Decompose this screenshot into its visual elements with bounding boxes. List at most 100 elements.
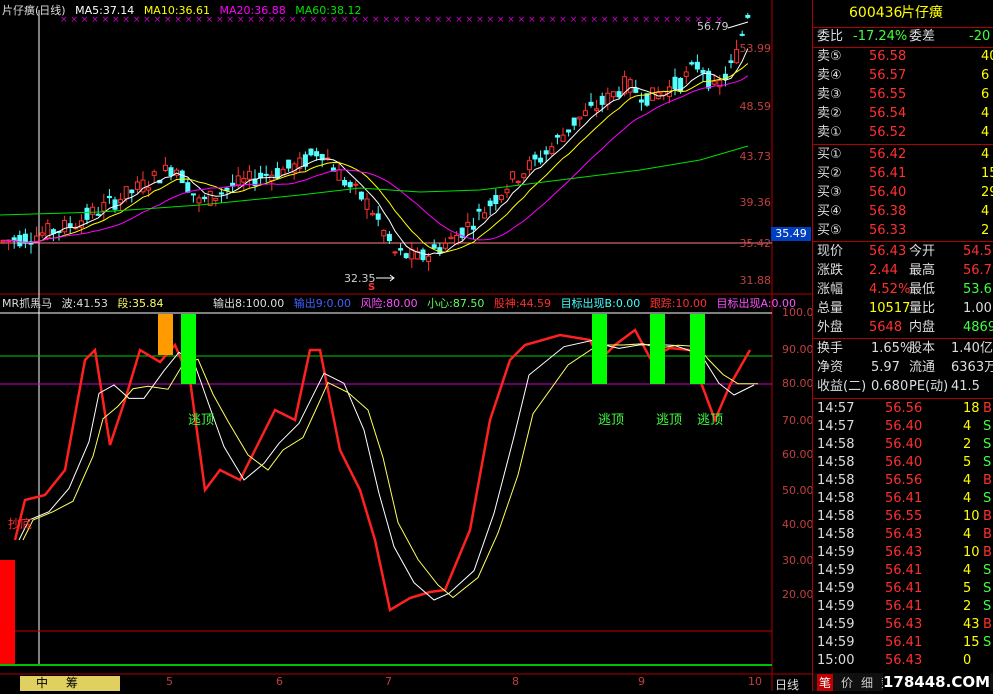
tick-time: 14:58 (817, 527, 855, 542)
stat-row: 涨幅 4.52%最低 53.62 (813, 281, 993, 299)
candle-body (627, 79, 633, 93)
ind-axis-label: 60.00 (782, 448, 814, 461)
stat-row: 现价 56.43今开 54.50 (813, 243, 993, 261)
stat-value: 54.50 (963, 244, 993, 259)
candle-body (700, 70, 706, 74)
candle-body (375, 213, 381, 220)
tick-time: 14:57 (817, 401, 855, 416)
candle-body (179, 170, 185, 184)
candle-body (381, 229, 387, 237)
escape-bar (181, 314, 196, 384)
tab-zhong[interactable]: 中 (36, 676, 48, 690)
bid-price: 56.33 (869, 223, 907, 238)
candle-body (308, 148, 314, 156)
kline-svg[interactable]: × × × × × × × × × × × × × × × × × × × × … (0, 0, 812, 691)
candle-body (711, 80, 717, 85)
bid-label: 买⑤ (817, 223, 842, 238)
candle-body (560, 134, 566, 142)
tick-vol: 4 (963, 563, 972, 578)
ask-label: 卖① (817, 125, 842, 140)
fin-label: PE(动) (909, 379, 949, 394)
tab-jia[interactable]: 价 (841, 674, 853, 691)
candle-body (448, 236, 454, 240)
wave-line (18, 339, 755, 601)
escape-label: 逃顶 (188, 413, 215, 428)
tick-vol: 2 (963, 437, 972, 452)
ind-axis-label: 20.00 (782, 588, 814, 601)
bid-row: 买⑤ 56.33 2 (813, 222, 993, 240)
tick-row: 14:59 56.43 10 B (813, 544, 993, 562)
candle-body (398, 248, 404, 251)
ind-wave: 波:41.53 (61, 297, 108, 310)
stat-label: 量比 (909, 301, 936, 316)
tick-row: 14:58 56.41 4 S (813, 490, 993, 508)
indicator-group (13, 328, 758, 612)
tab-xi[interactable]: 细 (861, 674, 873, 691)
wecha-value: -20 (969, 29, 991, 44)
ind-name: MR抓黑马 (2, 297, 53, 310)
bid-row: 买② 56.41 15 (813, 165, 993, 183)
chart-area[interactable]: × × × × × × × × × × × × × × × × × × × × … (0, 0, 814, 693)
period-label[interactable]: 日线 (775, 676, 799, 693)
ind-axis-label: 30.00 (782, 554, 814, 567)
bid-row: 买④ 56.38 4 (813, 203, 993, 221)
tab-chou[interactable]: 筹 (66, 676, 78, 690)
candle-body (196, 197, 202, 204)
tick-time: 15:00 (817, 653, 855, 668)
tab-bi[interactable]: 笔 (817, 674, 834, 691)
fin-label: 收益(二) (817, 379, 867, 394)
candle-body (118, 199, 124, 204)
x-tick: 7 (385, 675, 392, 688)
candle-body (286, 159, 292, 169)
candle-body (594, 108, 600, 111)
tick-price: 56.56 (885, 401, 923, 416)
candle-body (599, 95, 605, 105)
bid-price: 56.38 (869, 204, 907, 219)
candle-body (554, 135, 560, 138)
axis-label: 43.73 (739, 150, 772, 163)
tick-vol: 15 (963, 635, 980, 650)
ask-price: 56.55 (869, 87, 907, 102)
stat-label: 内盘 (909, 320, 936, 335)
tick-dir: S (983, 419, 992, 434)
candle-body (146, 187, 152, 191)
tick-row: 14:58 56.40 5 S (813, 454, 993, 472)
ask-vol: 40 (981, 49, 993, 64)
tick-row: 15:00 56.43 0 (813, 652, 993, 670)
tick-row: 14:58 56.43 4 B (813, 526, 993, 544)
tick-price: 56.40 (885, 455, 923, 470)
tick-time: 14:58 (817, 509, 855, 524)
stat-label: 外盘 (817, 320, 844, 335)
candle-body (370, 212, 376, 216)
tick-time: 14:58 (817, 473, 855, 488)
bid-price: 56.40 (869, 185, 907, 200)
candle-body (392, 251, 398, 254)
candle-body (420, 249, 426, 261)
candle-body (263, 173, 269, 176)
tick-price: 56.41 (885, 635, 923, 650)
tick-dir: B (983, 401, 992, 416)
tick-dir: B (983, 527, 992, 542)
tick-dir: B (983, 509, 992, 524)
tick-price: 56.41 (885, 491, 923, 506)
segment-line (22, 343, 758, 599)
stat-row: 总量 10517 量比 1.00 (813, 300, 993, 318)
candle-body (532, 154, 538, 160)
candle-body (185, 182, 191, 193)
tick-vol: 43 (963, 617, 980, 632)
fin-value: 1.65% (871, 341, 913, 356)
fin-row: 收益(二) 0.680 PE(动) 41.5 (813, 378, 993, 396)
candle-body (521, 173, 527, 179)
tick-vol: 0 (963, 653, 972, 668)
ind-axis-label: 50.00 (782, 484, 814, 497)
ask-label: 卖⑤ (817, 49, 842, 64)
tick-price: 56.43 (885, 617, 923, 632)
ask-row: 卖④ 56.57 6 (813, 67, 993, 85)
escape-bar (690, 314, 705, 384)
tick-row: 14:59 56.41 2 S (813, 598, 993, 616)
candle-body (689, 62, 695, 65)
candle-body (577, 116, 583, 120)
tick-time: 14:58 (817, 491, 855, 506)
tick-vol: 10 (963, 509, 980, 524)
tick-price: 56.40 (885, 419, 923, 434)
